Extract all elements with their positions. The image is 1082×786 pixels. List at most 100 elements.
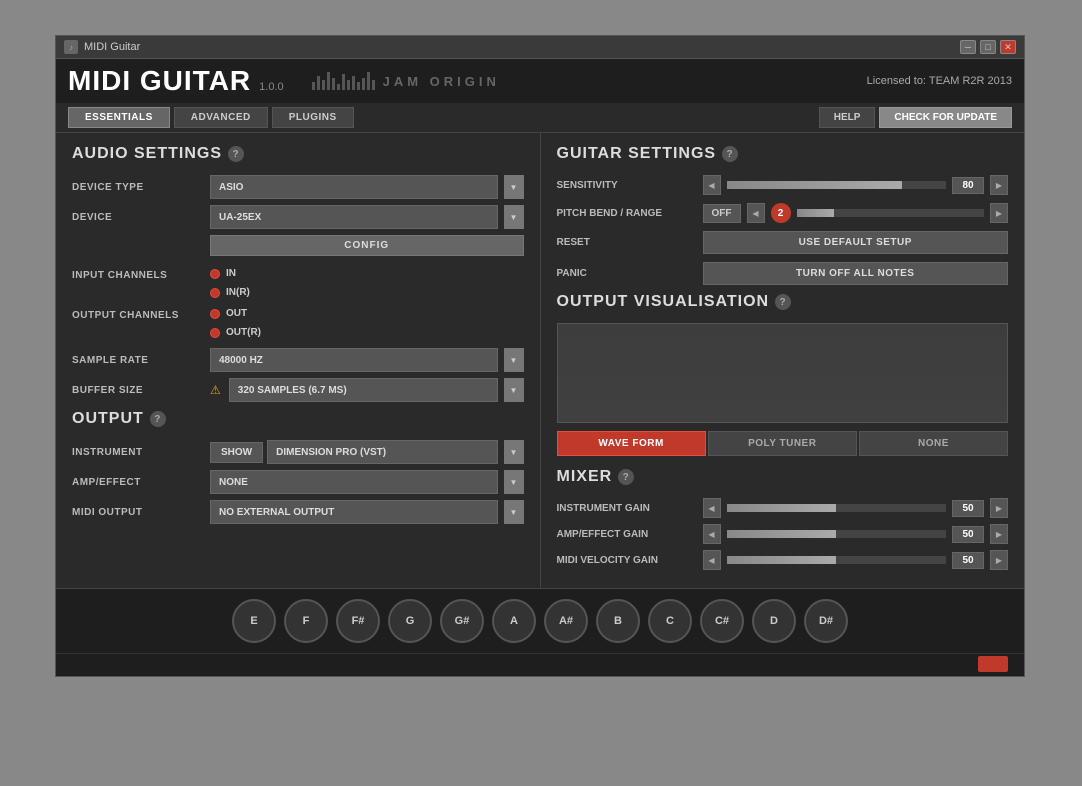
midi-velocity-gain-decrease-button[interactable]: ◀	[703, 550, 721, 570]
pitch-bend-label: PITCH BEND / RANGE	[557, 208, 697, 219]
piano-key-e[interactable]: E	[232, 599, 276, 643]
sensitivity-slider[interactable]	[727, 181, 947, 189]
visualisation-tabs: WAVE FORM POLY TUNER NONE	[557, 431, 1009, 456]
pitch-bend-decrease-button[interactable]: ◀	[747, 203, 765, 223]
output-outr-radio[interactable]	[210, 328, 220, 338]
piano-key-f[interactable]: F	[284, 599, 328, 643]
piano-key-asharp[interactable]: A#	[544, 599, 588, 643]
pitch-bend-off-badge[interactable]: OFF	[703, 204, 741, 223]
piano-key-a[interactable]: A	[492, 599, 536, 643]
sample-rate-dropdown[interactable]: 48000 HZ	[210, 348, 498, 372]
left-panel: AUDIO SETTINGS ? DEVICE TYPE ASIO ▼ DEVI…	[56, 133, 541, 588]
piano-key-g[interactable]: G	[388, 599, 432, 643]
minimize-button[interactable]: ─	[960, 40, 976, 54]
midi-output-dropdown[interactable]: NO EXTERNAL OUTPUT	[210, 500, 498, 524]
instrument-control: SHOW DIMENSION PRO (VST) ▼	[210, 440, 524, 464]
device-arrow-icon[interactable]: ▼	[504, 205, 524, 229]
piano-key-b[interactable]: B	[596, 599, 640, 643]
check-update-button[interactable]: CHECK FOR UPDATE	[879, 107, 1012, 128]
jam-origin-text: JAM ORIGIN	[383, 74, 500, 89]
instrument-dropdown[interactable]: DIMENSION PRO (VST)	[267, 440, 497, 464]
device-control: UA-25EX ▼	[210, 205, 524, 229]
instrument-gain-increase-button[interactable]: ▶	[990, 498, 1008, 518]
turn-off-all-notes-button[interactable]: TURN OFF ALL NOTES	[703, 262, 1009, 285]
device-type-arrow-icon[interactable]: ▼	[504, 175, 524, 199]
pitch-bend-slider[interactable]	[797, 209, 985, 217]
piano-key-gsharp[interactable]: G#	[440, 599, 484, 643]
device-type-row: DEVICE TYPE ASIO ▼	[72, 175, 524, 199]
sample-rate-control: 48000 HZ ▼	[210, 348, 524, 372]
tab-plugins[interactable]: PLUGINS	[272, 107, 354, 128]
device-dropdown[interactable]: UA-25EX	[210, 205, 498, 229]
tab-waveform[interactable]: WAVE FORM	[557, 431, 706, 456]
midi-output-control: NO EXTERNAL OUTPUT ▼	[210, 500, 524, 524]
output-outr-label: OUT(R)	[226, 327, 261, 338]
instrument-gain-decrease-button[interactable]: ◀	[703, 498, 721, 518]
main-window: ♪ MIDI Guitar ─ □ ✕ MIDI Guitar 1.0.0	[55, 35, 1025, 677]
guitar-settings-title: GUITAR SETTINGS ?	[557, 145, 1009, 163]
input-in-radio[interactable]	[210, 269, 220, 279]
sensitivity-increase-button[interactable]: ▶	[990, 175, 1008, 195]
pitch-bend-increase-button[interactable]: ▶	[990, 203, 1008, 223]
amp-effect-arrow-icon[interactable]: ▼	[504, 470, 524, 494]
mixer-help-icon[interactable]: ?	[618, 469, 634, 485]
config-button[interactable]: CONFIG	[210, 235, 524, 256]
device-type-dropdown[interactable]: ASIO	[210, 175, 498, 199]
device-type-control: ASIO ▼	[210, 175, 524, 199]
midi-output-arrow-icon[interactable]: ▼	[504, 500, 524, 524]
instrument-row: INSTRUMENT SHOW DIMENSION PRO (VST) ▼	[72, 440, 524, 464]
tab-poly-tuner[interactable]: POLY TUNER	[708, 431, 857, 456]
amp-effect-gain-decrease-button[interactable]: ◀	[703, 524, 721, 544]
input-in-row: IN	[210, 268, 250, 279]
amp-effect-gain-value: 50	[952, 526, 984, 543]
close-button[interactable]: ✕	[1000, 40, 1016, 54]
nav-tabs: ESSENTIALS ADVANCED PLUGINS	[68, 107, 354, 128]
midi-output-label: MIDI OUTPUT	[72, 507, 202, 518]
piano-key-d[interactable]: D	[752, 599, 796, 643]
piano-key-c[interactable]: C	[648, 599, 692, 643]
instrument-arrow-icon[interactable]: ▼	[504, 440, 524, 464]
amp-effect-gain-slider[interactable]	[727, 530, 947, 538]
audio-settings-title: AUDIO SETTINGS ?	[72, 145, 524, 163]
buffer-size-dropdown[interactable]: 320 SAMPLES (6.7 MS)	[229, 378, 498, 402]
midi-velocity-gain-value: 50	[952, 552, 984, 569]
instrument-gain-label: INSTRUMENT GAIN	[557, 503, 697, 514]
sensitivity-decrease-button[interactable]: ◀	[703, 175, 721, 195]
pitch-bend-row: PITCH BEND / RANGE OFF ◀ 2 ▶	[557, 203, 1009, 223]
visualisation-display	[557, 323, 1009, 423]
instrument-gain-slider[interactable]	[727, 504, 947, 512]
midi-velocity-gain-increase-button[interactable]: ▶	[990, 550, 1008, 570]
output-out-row: OUT	[210, 308, 261, 319]
tab-essentials[interactable]: ESSENTIALS	[68, 107, 170, 128]
config-row: CONFIG	[72, 235, 524, 262]
audio-settings-help-icon[interactable]: ?	[228, 146, 244, 162]
restore-button[interactable]: □	[980, 40, 996, 54]
output-title: OUTPUT ?	[72, 410, 524, 428]
midi-velocity-gain-label: MIDI VELOCITY GAIN	[557, 555, 697, 566]
piano-key-fsharp[interactable]: F#	[336, 599, 380, 643]
output-channels-label: OUTPUT CHANNELS	[72, 308, 202, 321]
amp-effect-dropdown[interactable]: NONE	[210, 470, 498, 494]
output-out-radio[interactable]	[210, 309, 220, 319]
buffer-size-row: BUFFER SIZE ⚠ 320 SAMPLES (6.7 MS) ▼	[72, 378, 524, 402]
output-channels-list: OUT OUT(R)	[210, 308, 261, 342]
output-vis-help-icon[interactable]: ?	[775, 294, 791, 310]
tab-advanced[interactable]: ADVANCED	[174, 107, 268, 128]
help-button[interactable]: HELP	[819, 107, 876, 128]
guitar-settings-help-icon[interactable]: ?	[722, 146, 738, 162]
panic-row: PANIC TURN OFF ALL NOTES	[557, 262, 1009, 285]
midi-velocity-gain-slider[interactable]	[727, 556, 947, 564]
piano-key-dsharp[interactable]: D#	[804, 599, 848, 643]
sample-rate-arrow-icon[interactable]: ▼	[504, 348, 524, 372]
output-help-icon[interactable]: ?	[150, 411, 166, 427]
tab-none[interactable]: NONE	[859, 431, 1008, 456]
piano-key-csharp[interactable]: C#	[700, 599, 744, 643]
input-inr-radio[interactable]	[210, 288, 220, 298]
use-default-setup-button[interactable]: USE DEFAULT SETUP	[703, 231, 1009, 254]
piano-bar: EFF#GG#AA#BCC#DD#	[56, 588, 1024, 653]
buffer-size-arrow-icon[interactable]: ▼	[504, 378, 524, 402]
title-bar: ♪ MIDI Guitar ─ □ ✕	[56, 36, 1024, 59]
output-outr-row: OUT(R)	[210, 327, 261, 338]
amp-effect-gain-increase-button[interactable]: ▶	[990, 524, 1008, 544]
show-button[interactable]: SHOW	[210, 442, 263, 463]
